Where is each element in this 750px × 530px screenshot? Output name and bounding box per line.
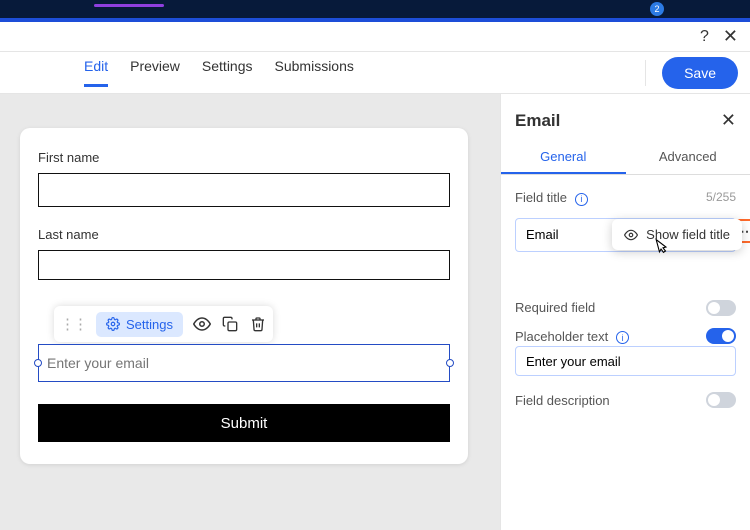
panel-tab-general[interactable]: General: [501, 141, 626, 174]
field-email-selected[interactable]: ⋮⋮ Settings: [38, 344, 450, 382]
first-name-label: First name: [38, 150, 450, 165]
required-field-toggle[interactable]: [706, 300, 736, 316]
last-name-label: Last name: [38, 227, 450, 242]
delete-icon[interactable]: [249, 315, 267, 333]
required-field-label: Required field: [515, 300, 595, 315]
resize-handle-left[interactable]: [34, 359, 42, 367]
panel-title: Email: [515, 111, 560, 131]
field-title-label: Field title: [515, 190, 567, 205]
workspace: First name Last name ⋮⋮ Settings: [0, 94, 750, 530]
gear-icon: [106, 317, 120, 331]
panel-tabs: General Advanced: [501, 141, 750, 175]
last-name-input[interactable]: [38, 250, 450, 280]
field-settings-button[interactable]: Settings: [96, 312, 183, 337]
duplicate-icon[interactable]: [221, 315, 239, 333]
preview-icon[interactable]: [193, 315, 211, 333]
resize-handle-right[interactable]: [446, 359, 454, 367]
first-name-input[interactable]: [38, 173, 450, 207]
editor-tabs: Edit Preview Settings Submissions: [84, 58, 354, 87]
field-title-counter: 5/255: [706, 190, 736, 204]
panel-body: Field title i 5/255 ⋯ Show field title R…: [501, 175, 750, 434]
notifications-badge[interactable]: 2: [650, 2, 664, 16]
info-icon[interactable]: i: [575, 193, 588, 206]
app-header-row: ? ✕: [0, 22, 750, 52]
form-canvas[interactable]: First name Last name ⋮⋮ Settings: [0, 94, 500, 530]
tab-preview[interactable]: Preview: [130, 58, 180, 87]
panel-tab-advanced[interactable]: Advanced: [626, 141, 750, 174]
drag-handle-icon[interactable]: ⋮⋮: [60, 315, 86, 333]
tab-settings[interactable]: Settings: [202, 58, 253, 87]
field-first-name[interactable]: First name: [38, 150, 450, 207]
info-icon[interactable]: i: [616, 331, 629, 344]
show-field-title-popover[interactable]: Show field title: [612, 219, 742, 250]
submit-button[interactable]: Submit: [38, 404, 450, 442]
field-settings-label: Settings: [126, 317, 173, 332]
tab-edit[interactable]: Edit: [84, 58, 108, 87]
email-input[interactable]: [38, 344, 450, 382]
properties-panel: Email ✕ General Advanced Field title i 5…: [500, 94, 750, 530]
eye-icon: [624, 228, 638, 242]
help-icon[interactable]: ?: [700, 28, 709, 46]
field-last-name[interactable]: Last name: [38, 227, 450, 280]
tab-submissions[interactable]: Submissions: [275, 58, 354, 87]
app-topbar: 2: [0, 0, 750, 18]
placeholder-toggle[interactable]: [706, 328, 736, 344]
field-description-label: Field description: [515, 393, 610, 408]
header-divider: [645, 60, 646, 86]
close-icon[interactable]: ✕: [723, 26, 738, 47]
save-button[interactable]: Save: [662, 57, 738, 89]
field-description-toggle[interactable]: [706, 392, 736, 408]
panel-close-icon[interactable]: ✕: [721, 110, 736, 131]
placeholder-text-label: Placeholder text: [515, 329, 608, 344]
placeholder-text-input[interactable]: [515, 346, 736, 376]
editor-header: Edit Preview Settings Submissions Save: [0, 52, 750, 94]
field-toolbar: ⋮⋮ Settings: [54, 306, 273, 342]
form-card: First name Last name ⋮⋮ Settings: [20, 128, 468, 464]
